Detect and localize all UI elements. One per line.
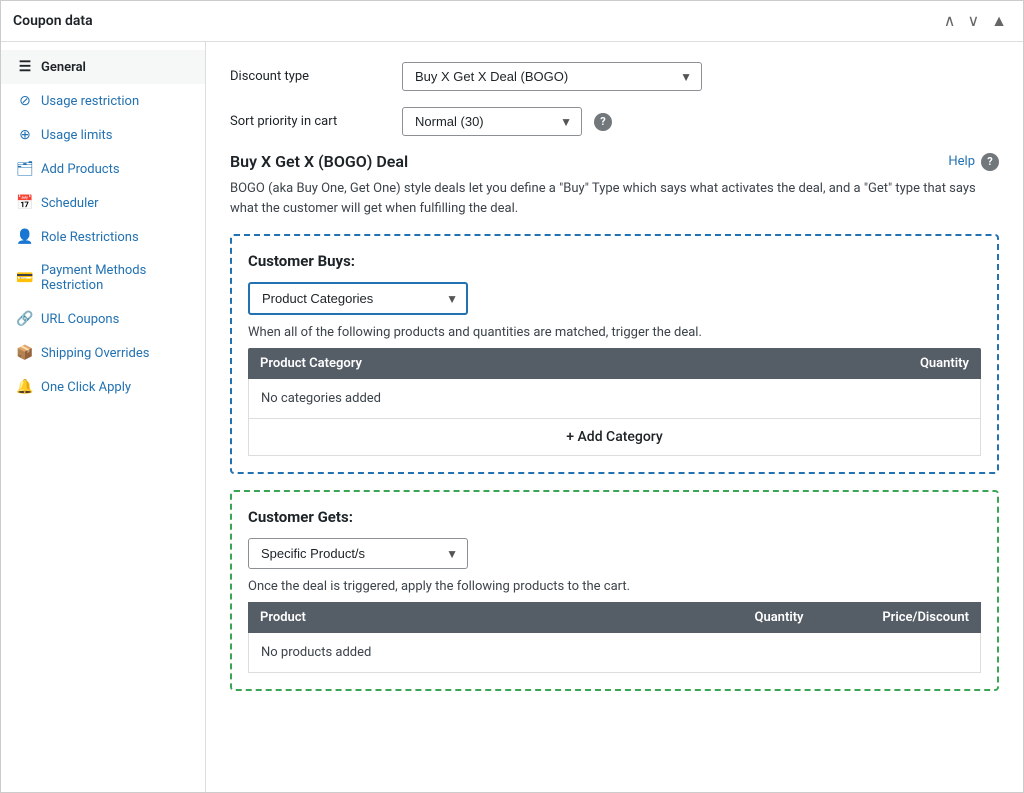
- sidebar-item-label-shipping-overrides: Shipping Overrides: [41, 346, 149, 361]
- customer-gets-trigger-text: Once the deal is triggered, apply the fo…: [248, 579, 981, 594]
- sort-priority-help-icon[interactable]: ?: [594, 113, 612, 131]
- sidebar-item-add-products[interactable]: 🗂 Add Products: [1, 152, 205, 186]
- customer-gets-box: Customer Gets: Specific Product/s ▼ Once…: [230, 490, 999, 691]
- sidebar-item-label-role-restrictions: Role Restrictions: [41, 230, 139, 245]
- customer-buys-title: Customer Buys:: [248, 252, 981, 270]
- sidebar-item-label-usage-limits: Usage limits: [41, 128, 112, 143]
- usage-limits-icon: ⊕: [17, 127, 33, 143]
- buys-col-product-category: Product Category: [260, 356, 849, 371]
- add-products-icon: 🗂: [17, 161, 33, 177]
- gets-col-product: Product: [260, 610, 729, 625]
- buys-table-empty-row: No categories added: [248, 379, 981, 419]
- bogo-help-link[interactable]: Help ?: [948, 153, 999, 171]
- title-bar: Coupon data ∧ ∨ ▲: [1, 1, 1023, 42]
- discount-type-select[interactable]: Buy X Get X Deal (BOGO): [402, 62, 702, 91]
- sidebar-item-label-usage-restriction: Usage restriction: [41, 94, 139, 109]
- sidebar-item-label-add-products: Add Products: [41, 162, 120, 177]
- sidebar-item-general[interactable]: ☰ General: [1, 50, 205, 84]
- customer-buys-box: Customer Buys: Product Categories ▼ When…: [230, 234, 999, 474]
- sidebar-item-label-scheduler: Scheduler: [41, 196, 99, 211]
- sidebar: ☰ General ⊘ Usage restriction ⊕ Usage li…: [1, 42, 206, 792]
- sidebar-item-role-restrictions[interactable]: 👤 Role Restrictions: [1, 220, 205, 254]
- sort-priority-label: Sort priority in cart: [230, 114, 390, 129]
- general-icon: ☰: [17, 59, 33, 75]
- sidebar-item-label-payment-methods: Payment Methods Restriction: [41, 263, 189, 293]
- window-controls: ∧ ∨ ▲: [940, 9, 1011, 33]
- gets-col-quantity: Quantity: [729, 610, 829, 625]
- gets-table-header: Product Quantity Price/Discount: [248, 602, 981, 633]
- scheduler-icon: 📅: [17, 195, 33, 211]
- shipping-overrides-icon: 📦: [17, 345, 33, 361]
- bogo-help-icon[interactable]: ?: [981, 153, 999, 171]
- discount-type-label: Discount type: [230, 69, 390, 84]
- sort-priority-row: Sort priority in cart Normal (30) ▼ ?: [230, 107, 999, 136]
- customer-gets-select[interactable]: Specific Product/s: [248, 538, 468, 569]
- bogo-help-label: Help: [948, 154, 975, 169]
- content-area: Discount type Buy X Get X Deal (BOGO) ▼ …: [206, 42, 1023, 792]
- expand-icon[interactable]: ∨: [963, 9, 983, 33]
- sort-priority-select-wrapper: Normal (30) ▼: [402, 107, 582, 136]
- sidebar-item-scheduler[interactable]: 📅 Scheduler: [1, 186, 205, 220]
- sort-priority-select[interactable]: Normal (30): [402, 107, 582, 136]
- url-coupons-icon: 🔗: [17, 311, 33, 327]
- bogo-description: BOGO (aka Buy One, Get One) style deals …: [230, 179, 999, 218]
- sidebar-item-shipping-overrides[interactable]: 📦 Shipping Overrides: [1, 336, 205, 370]
- role-restrictions-icon: 👤: [17, 229, 33, 245]
- customer-buys-trigger-text: When all of the following products and q…: [248, 325, 981, 340]
- sidebar-item-label-url-coupons: URL Coupons: [41, 312, 119, 327]
- sidebar-item-url-coupons[interactable]: 🔗 URL Coupons: [1, 302, 205, 336]
- sidebar-item-one-click-apply[interactable]: 🔔 One Click Apply: [1, 370, 205, 404]
- buys-empty-text: No categories added: [261, 391, 381, 406]
- customer-buys-select-wrapper: Product Categories ▼: [248, 282, 468, 315]
- gets-empty-text: No products added: [261, 645, 371, 660]
- collapse-icon[interactable]: ∧: [940, 9, 960, 33]
- add-category-label: + Add Category: [566, 429, 662, 445]
- add-category-button[interactable]: + Add Category: [248, 419, 981, 456]
- payment-methods-icon: 💳: [17, 270, 33, 286]
- gets-table-empty-row: No products added: [248, 633, 981, 673]
- discount-type-row: Discount type Buy X Get X Deal (BOGO) ▼: [230, 62, 999, 91]
- discount-type-select-wrapper: Buy X Get X Deal (BOGO) ▼: [402, 62, 702, 91]
- main-content: ☰ General ⊘ Usage restriction ⊕ Usage li…: [1, 42, 1023, 792]
- window-title: Coupon data: [13, 13, 93, 29]
- coupon-data-window: Coupon data ∧ ∨ ▲ ☰ General ⊘ Usage rest…: [0, 0, 1024, 793]
- sidebar-item-payment-methods-restriction[interactable]: 💳 Payment Methods Restriction: [1, 254, 205, 302]
- buys-table-header: Product Category Quantity: [248, 348, 981, 379]
- usage-restriction-icon: ⊘: [17, 93, 33, 109]
- customer-gets-select-wrapper: Specific Product/s ▼: [248, 538, 468, 569]
- bogo-section-title: Buy X Get X (BOGO) Deal: [230, 152, 408, 171]
- sidebar-item-label-one-click-apply: One Click Apply: [41, 380, 131, 395]
- sidebar-item-usage-restriction[interactable]: ⊘ Usage restriction: [1, 84, 205, 118]
- gets-col-price-discount: Price/Discount: [829, 610, 969, 625]
- customer-gets-title: Customer Gets:: [248, 508, 981, 526]
- bogo-section-title-row: Buy X Get X (BOGO) Deal Help ?: [230, 152, 999, 171]
- maximize-icon[interactable]: ▲: [987, 9, 1011, 33]
- customer-buys-select[interactable]: Product Categories: [248, 282, 468, 315]
- buys-col-quantity: Quantity: [849, 356, 969, 371]
- sidebar-item-label-general: General: [41, 60, 86, 75]
- sidebar-item-usage-limits[interactable]: ⊕ Usage limits: [1, 118, 205, 152]
- one-click-apply-icon: 🔔: [17, 379, 33, 395]
